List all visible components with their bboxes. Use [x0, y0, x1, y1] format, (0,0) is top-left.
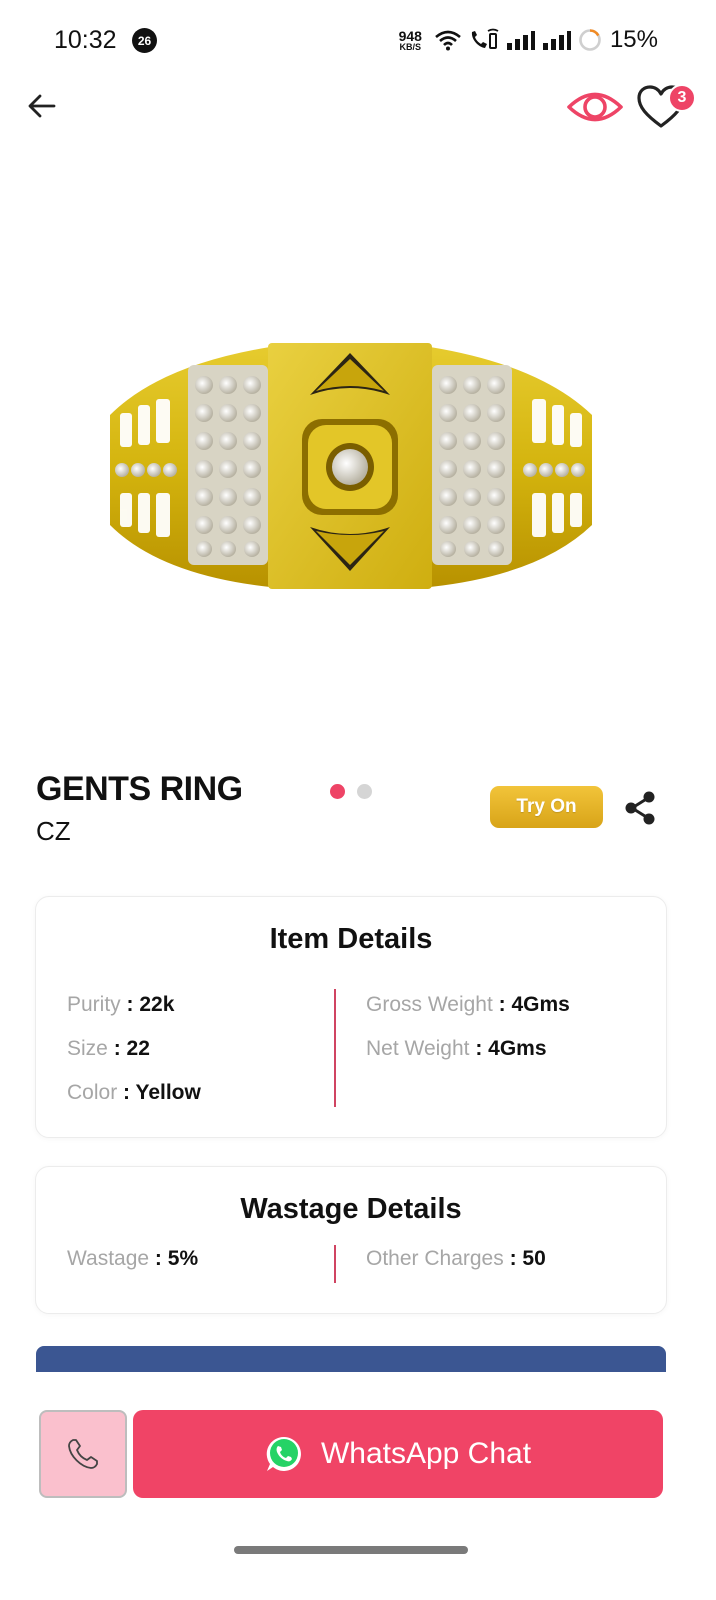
wastage-label: Wastage — [67, 1247, 150, 1270]
other-charges-detail: Other Charges : 50 — [366, 1247, 546, 1270]
wastage-details-divider — [334, 1245, 336, 1283]
product-subtitle: CZ — [36, 816, 71, 846]
net-weight-label: Net Weight — [366, 1037, 470, 1060]
wifi-call-icon — [471, 28, 499, 49]
gross-weight-value: 4Gms — [511, 993, 570, 1016]
net-weight-value: 4Gms — [488, 1037, 547, 1060]
product-title: GENTS RING — [36, 770, 243, 808]
signal-strength-2-icon — [542, 31, 571, 50]
size-detail: Size : 22 — [67, 1037, 150, 1060]
signal-strength-icon — [506, 31, 535, 50]
size-value: 22 — [126, 1037, 150, 1060]
product-image[interactable] — [100, 325, 600, 605]
status-bar: 10:32 26 948 KB/S 15% — [0, 0, 716, 80]
whatsapp-chat-label: WhatsApp Chat — [320, 1437, 532, 1470]
wastage-value: 5% — [167, 1247, 199, 1270]
gross-weight-detail: Gross Weight : 4Gms — [366, 993, 570, 1016]
notification-count-badge: 26 — [132, 28, 157, 53]
network-speed-value: 948 — [398, 27, 422, 44]
color-detail: Color : Yellow — [67, 1081, 201, 1104]
whatsapp-chat-button[interactable]: WhatsApp Chat — [133, 1410, 663, 1498]
phone-icon — [68, 1439, 98, 1469]
carousel-dot-2[interactable] — [357, 784, 372, 799]
item-details-divider — [334, 989, 336, 1107]
wishlist-count-badge: 3 — [668, 84, 696, 112]
color-label: Color — [67, 1081, 118, 1104]
gross-weight-label: Gross Weight — [366, 993, 493, 1016]
eye-icon — [567, 92, 623, 122]
arrow-left-icon — [28, 94, 56, 118]
carousel-dot-1[interactable] — [330, 784, 345, 799]
item-details-card: Item Details Purity : 22k Size : 22 Colo… — [35, 896, 667, 1138]
net-weight-detail: Net Weight : 4Gms — [366, 1037, 547, 1060]
battery-ring-icon — [579, 29, 601, 51]
share-button[interactable] — [620, 788, 660, 828]
wastage-details-title: Wastage Details — [240, 1193, 462, 1225]
next-section-strip — [36, 1346, 666, 1372]
other-charges-value: 50 — [522, 1247, 546, 1270]
color-value: Yellow — [135, 1081, 201, 1104]
wastage-detail: Wastage : 5% — [67, 1247, 199, 1270]
status-time: 10:32 — [54, 26, 117, 54]
item-details-title: Item Details — [269, 923, 433, 955]
other-charges-label: Other Charges — [366, 1247, 504, 1270]
image-carousel-indicator — [330, 784, 372, 799]
purity-value: 22k — [139, 993, 175, 1016]
call-button[interactable] — [39, 1410, 127, 1498]
home-indicator[interactable] — [234, 1546, 468, 1554]
size-label: Size — [67, 1037, 108, 1060]
purity-detail: Purity : 22k — [67, 993, 175, 1016]
network-speed-unit: KB/S — [399, 41, 422, 52]
view-button[interactable] — [566, 84, 624, 130]
battery-percent: 15% — [609, 26, 658, 53]
back-button[interactable] — [24, 88, 60, 124]
status-icons: 948 KB/S 15% — [399, 26, 658, 54]
try-on-button[interactable]: Try On — [490, 786, 603, 828]
wastage-details-card: Wastage Details Wastage : 5% Other Charg… — [35, 1166, 667, 1314]
whatsapp-icon — [266, 1436, 301, 1471]
purity-label: Purity — [67, 993, 121, 1016]
share-icon — [625, 791, 655, 825]
wifi-icon — [435, 30, 461, 51]
network-speed: 948 KB/S — [399, 29, 422, 52]
